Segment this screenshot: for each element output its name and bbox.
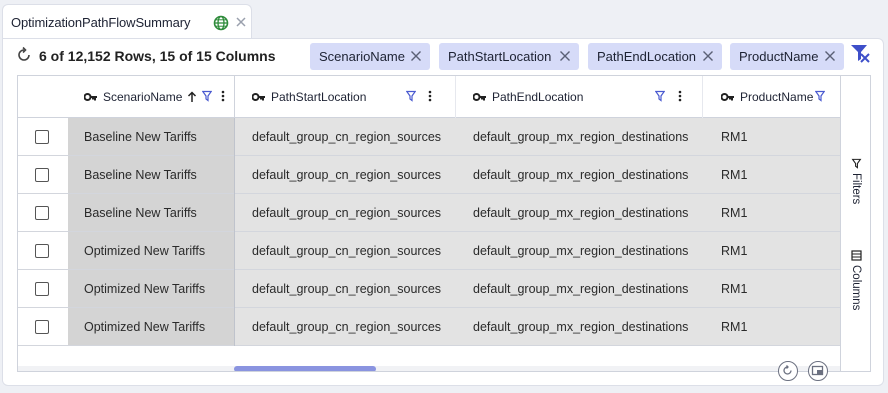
column-menu-icon[interactable] (221, 90, 225, 102)
reset-view-button[interactable] (778, 361, 798, 381)
group-chip-label: PathEndLocation (597, 49, 697, 64)
column-menu-icon[interactable] (428, 90, 432, 102)
cell-scenario-name: Baseline New Tariffs (84, 168, 197, 182)
column-header-label: PathEndLocation (492, 90, 584, 104)
cell-path-start-location: default_group_cn_region_sources (252, 206, 442, 220)
cell-path-start-location: default_group_cn_region_sources (252, 282, 442, 296)
row-checkbox[interactable] (35, 320, 49, 334)
group-chip-product-name[interactable]: ProductName (730, 43, 844, 70)
column-header-label: ScenarioName (103, 90, 183, 104)
picture-in-picture-icon (811, 365, 824, 376)
remove-chip-icon[interactable] (702, 50, 714, 62)
row-checkbox[interactable] (35, 168, 49, 182)
table-row[interactable]: Baseline New Tariffs default_group_cn_re… (18, 194, 840, 232)
group-chip-scenario-name[interactable]: ScenarioName (310, 43, 430, 70)
cell-product-name: RM1 (721, 130, 748, 144)
tab-optimization-path-flow-summary[interactable]: OptimizationPathFlowSummary (2, 4, 252, 40)
row-checkbox[interactable] (35, 282, 49, 296)
cell-product-name: RM1 (721, 244, 748, 258)
cell-product-name: RM1 (721, 168, 748, 182)
table-row[interactable]: Optimized New Tariffs default_group_cn_r… (18, 270, 840, 308)
cell-path-end-location: default_group_mx_region_destinations (473, 206, 689, 220)
table-row[interactable]: Baseline New Tariffs default_group_cn_re… (18, 156, 840, 194)
columns-panel-toggle[interactable]: Columns (845, 250, 867, 310)
filters-panel-toggle[interactable]: Filters (845, 158, 867, 204)
remove-chip-icon[interactable] (824, 50, 836, 62)
row-checkbox[interactable] (35, 206, 49, 220)
filter-icon[interactable] (655, 90, 665, 102)
cell-path-end-location: default_group_mx_region_destinations (473, 282, 689, 296)
cell-scenario-name: Baseline New Tariffs (84, 206, 197, 220)
cell-path-start-location: default_group_cn_region_sources (252, 130, 442, 144)
filter-icon[interactable] (202, 90, 212, 102)
sync-icon (783, 365, 792, 375)
cell-path-end-location: default_group_mx_region_destinations (473, 244, 689, 258)
cell-path-end-location: default_group_mx_region_destinations (473, 130, 689, 144)
remove-chip-icon[interactable] (559, 50, 571, 62)
picture-in-picture-button[interactable] (808, 361, 828, 381)
cell-path-start-location: default_group_cn_region_sources (252, 168, 442, 182)
table-row[interactable]: Optimized New Tariffs default_group_cn_r… (18, 308, 840, 346)
cell-scenario-name: Optimized New Tariffs (84, 244, 206, 258)
cell-scenario-name: Optimized New Tariffs (84, 282, 206, 296)
column-header-scenario-name[interactable]: ScenarioName (84, 76, 197, 118)
key-icon (252, 93, 265, 101)
key-icon (473, 93, 486, 101)
remove-chip-icon[interactable] (410, 50, 422, 62)
cell-product-name: RM1 (721, 206, 748, 220)
side-panel: Filters Columns (840, 76, 870, 371)
horizontal-scrollbar[interactable] (18, 366, 840, 371)
row-checkbox[interactable] (35, 130, 49, 144)
filter-icon[interactable] (815, 90, 825, 102)
column-header-product-name[interactable]: ProductName (721, 76, 813, 118)
globe-icon (213, 15, 229, 31)
data-grid: ScenarioName PathStartLocation PathEndLo… (17, 75, 871, 372)
column-menu-icon[interactable] (678, 90, 682, 102)
filters-label: Filters (850, 173, 862, 205)
cell-scenario-name: Baseline New Tariffs (84, 130, 197, 144)
column-header-label: PathStartLocation (271, 90, 367, 104)
close-icon[interactable] (233, 14, 249, 30)
cell-product-name: RM1 (721, 282, 748, 296)
grid-header: ScenarioName PathStartLocation PathEndLo… (18, 76, 840, 118)
row-checkbox[interactable] (35, 244, 49, 258)
key-icon (721, 93, 734, 101)
columns-label: Columns (850, 265, 862, 311)
cell-path-start-location: default_group_cn_region_sources (252, 320, 442, 334)
cell-path-start-location: default_group_cn_region_sources (252, 244, 442, 258)
refresh-icon[interactable] (15, 46, 33, 64)
cell-path-end-location: default_group_mx_region_destinations (473, 168, 689, 182)
cell-product-name: RM1 (721, 320, 748, 334)
cell-path-end-location: default_group_mx_region_destinations (473, 320, 689, 334)
cell-scenario-name: Optimized New Tariffs (84, 320, 206, 334)
scrollbar-thumb[interactable] (234, 366, 376, 371)
group-chip-path-end-location[interactable]: PathEndLocation (588, 43, 722, 70)
tab-title: OptimizationPathFlowSummary (11, 15, 191, 30)
group-chip-label: PathStartLocation (448, 49, 552, 64)
filter-clear-icon[interactable] (848, 42, 872, 64)
key-icon (84, 93, 97, 101)
filter-icon (851, 158, 861, 169)
column-header-path-end-location[interactable]: PathEndLocation (473, 76, 583, 118)
row-count: 6 of 12,152 Rows, 15 of 15 Columns (39, 48, 276, 64)
column-header-label: ProductName (740, 90, 814, 104)
group-chip-path-start-location[interactable]: PathStartLocation (439, 43, 579, 70)
group-chip-label: ScenarioName (319, 49, 405, 64)
table-row[interactable]: Baseline New Tariffs default_group_cn_re… (18, 118, 840, 156)
grid-panel: 6 of 12,152 Rows, 15 of 15 Columns Scena… (2, 38, 884, 386)
sort-ascending-icon[interactable] (187, 91, 197, 103)
filter-icon[interactable] (406, 90, 416, 102)
table-row[interactable]: Optimized New Tariffs default_group_cn_r… (18, 232, 840, 270)
columns-icon (850, 250, 862, 261)
column-header-path-start-location[interactable]: PathStartLocation (252, 76, 366, 118)
group-chip-label: ProductName (739, 49, 819, 64)
